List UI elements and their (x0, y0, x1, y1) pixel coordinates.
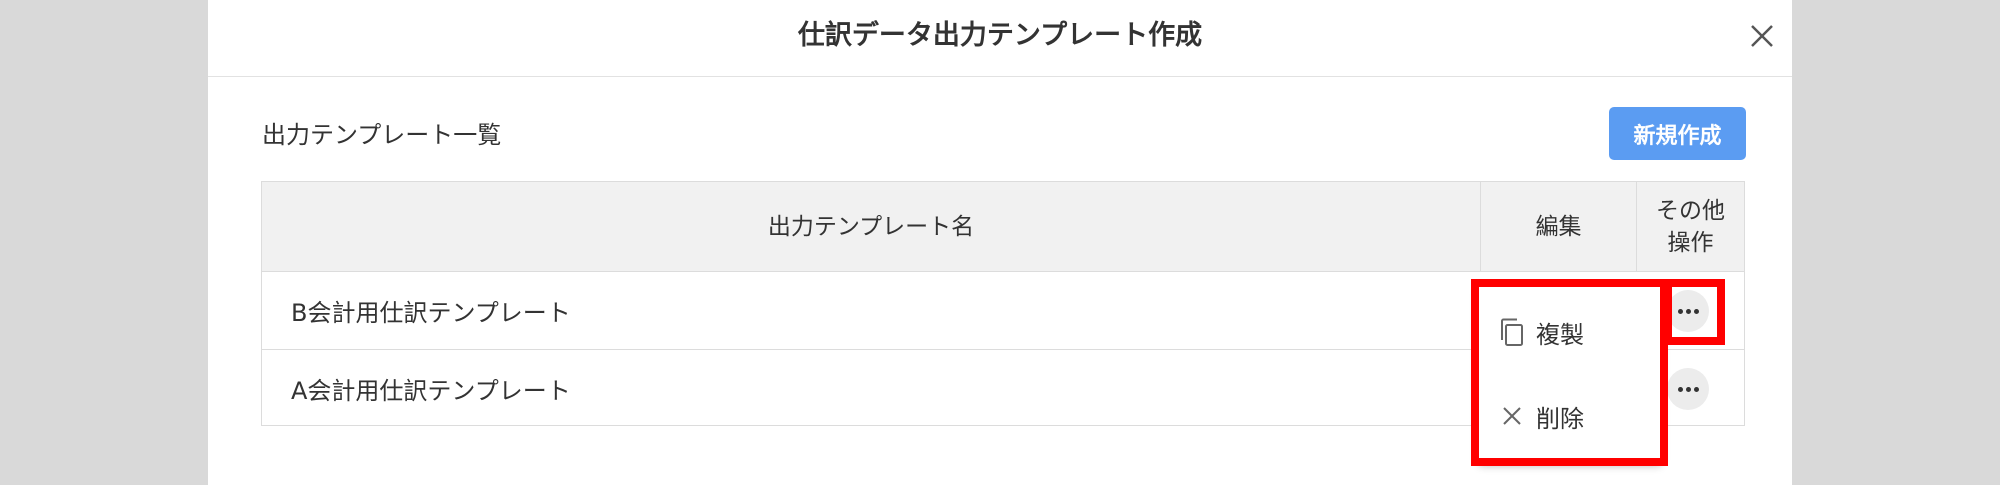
more-dots-icon (1677, 386, 1683, 392)
modal-title: 仕訳データ出力テンプレート作成 (797, 20, 1203, 51)
close-button[interactable] (1744, 18, 1780, 54)
section-title: 出力テンプレート一覧 (262, 121, 502, 149)
more-actions-button[interactable] (1667, 368, 1709, 410)
column-header-name: 出力テンプレート名 (262, 182, 1481, 271)
more-actions-button[interactable] (1667, 290, 1709, 332)
more-dots-icon (1677, 308, 1683, 314)
modal-header: 仕訳データ出力テンプレート作成 (208, 0, 1792, 77)
table-header: 出力テンプレート名 編集 その他 操作 (262, 182, 1744, 272)
menu-item-label: 削除 (1536, 404, 1584, 433)
template-name[interactable]: A会計用仕訳テンプレート (291, 350, 571, 427)
new-template-button[interactable]: 新規作成 (1609, 107, 1746, 160)
close-icon (1751, 25, 1773, 47)
copy-icon (1501, 318, 1523, 346)
actions-dropdown-menu: 複製 削除 (1478, 286, 1662, 464)
menu-item-duplicate[interactable]: 複製 (1478, 297, 1662, 367)
close-icon (1503, 407, 1521, 425)
more-dot (1693, 308, 1699, 314)
column-header-edit: 編集 (1481, 182, 1637, 271)
menu-item-label: 複製 (1536, 320, 1584, 349)
menu-item-delete[interactable]: 削除 (1478, 381, 1662, 451)
more-dot (1685, 308, 1691, 314)
column-header-other: その他 操作 (1637, 182, 1744, 271)
template-name[interactable]: B会計用仕訳テンプレート (291, 272, 571, 349)
column-header-other-text: その他 操作 (1656, 197, 1725, 256)
more-dot (1693, 386, 1699, 392)
more-dot (1685, 386, 1691, 392)
